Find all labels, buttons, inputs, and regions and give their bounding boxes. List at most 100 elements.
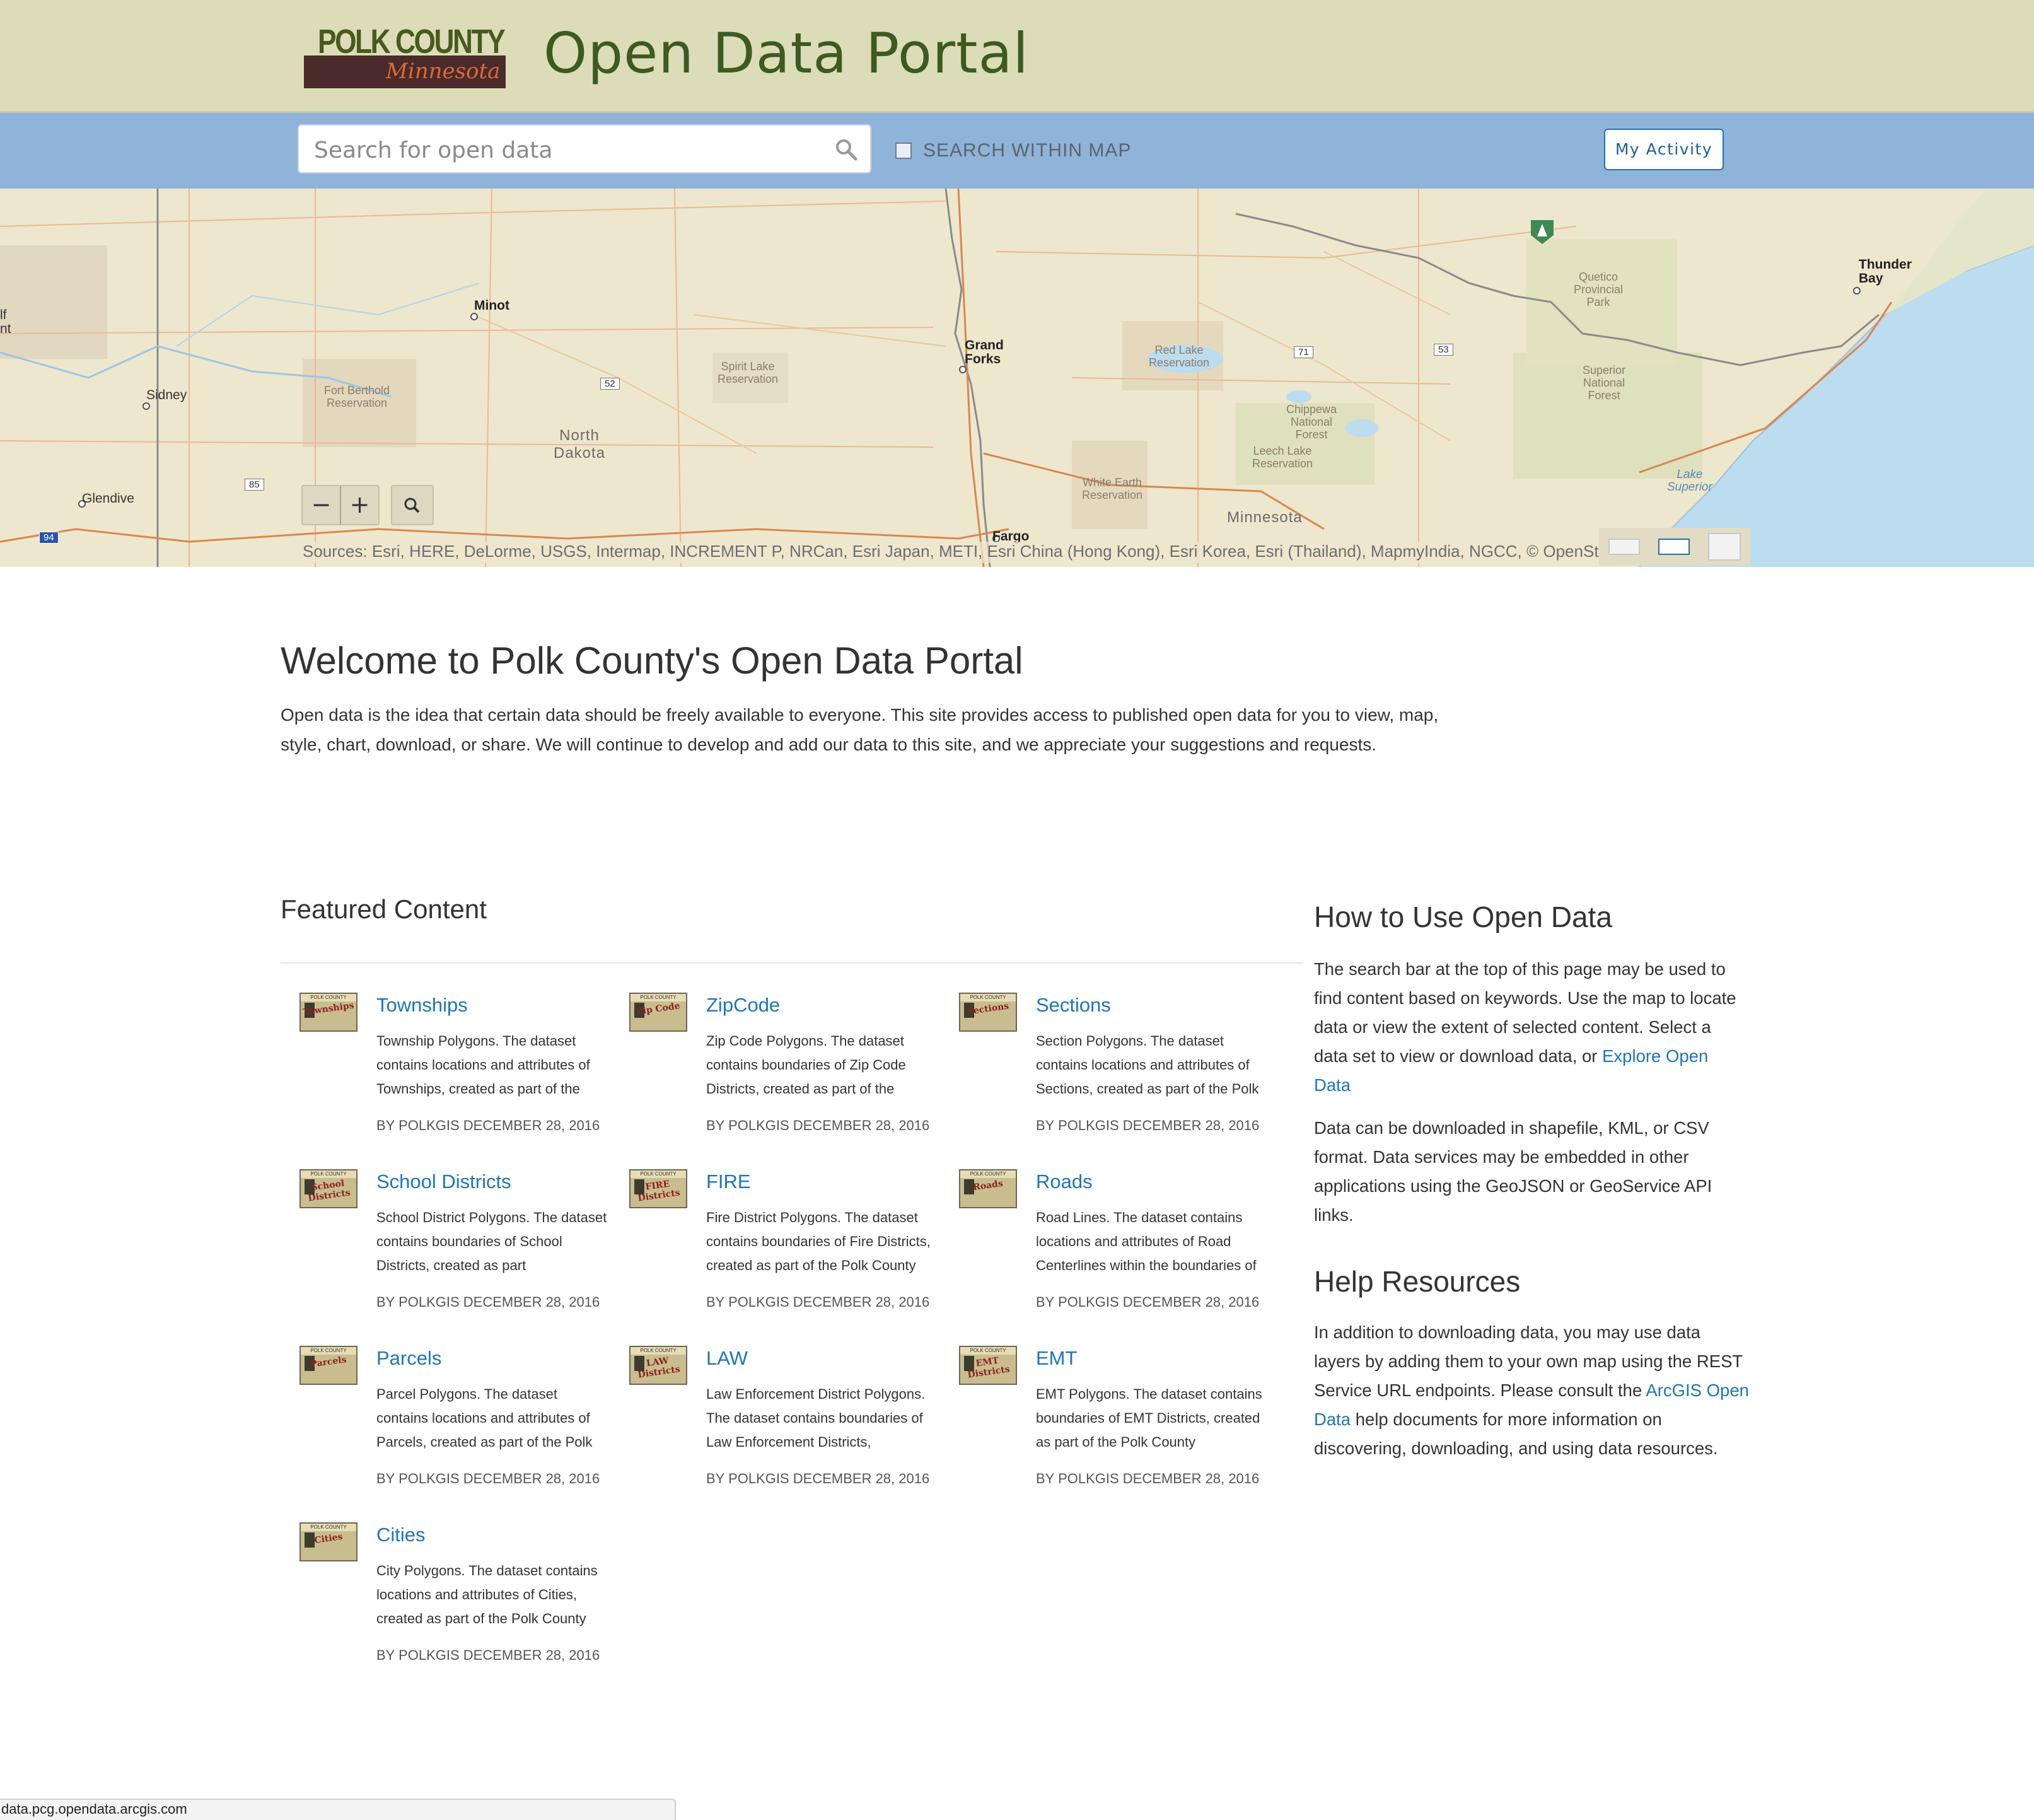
- how-to-title: How to Use Open Data: [1314, 901, 1613, 933]
- map-label-white-earth: White Earth Reservation: [1082, 476, 1143, 501]
- dataset-meta: BY POLKGIS DECEMBER 28, 2016: [1036, 1294, 1260, 1310]
- dataset-thumbnail[interactable]: POLK COUNTY LAW Districts: [629, 1346, 687, 1385]
- magnifier-icon: [404, 498, 420, 513]
- interstate-shield: 94: [39, 532, 59, 544]
- dataset-meta: BY POLKGIS DECEMBER 28, 2016: [376, 1647, 600, 1663]
- thumbnail-header: POLK COUNTY: [631, 1347, 686, 1355]
- thumbnail-header: POLK COUNTY: [631, 994, 686, 1001]
- featured-card[interactable]: POLK COUNTY Cities Cities City Polygons. Th…: [281, 1522, 608, 1686]
- dataset-meta: BY POLKGIS DECEMBER 28, 2016: [706, 1471, 930, 1486]
- featured-card[interactable]: POLK COUNTY EMT Districts EMT EMT Polygons.…: [940, 1346, 1268, 1510]
- search-icon[interactable]: [835, 138, 857, 161]
- welcome-title: Welcome to Polk County's Open Data Porta…: [281, 639, 1023, 682]
- basemap-map[interactable]: Minot Sidney Glendive Grand Forks Fargo …: [0, 189, 2034, 567]
- basemap-option-topo[interactable]: [1658, 539, 1690, 555]
- help-text-after: help documents for more information on d…: [1314, 1409, 1718, 1458]
- map-label-lake-superior: Lake Superior: [1667, 468, 1712, 494]
- dataset-thumbnail[interactable]: POLK COUNTY EMT Districts: [959, 1346, 1017, 1385]
- my-activity-button[interactable]: My Activity: [1604, 129, 1724, 170]
- featured-card[interactable]: POLK COUNTY FIRE Districts FIRE Fire Distri…: [610, 1169, 938, 1333]
- map-label-grand-forks: Grand Forks: [965, 338, 1004, 366]
- search-box[interactable]: [298, 124, 871, 173]
- dataset-description: City Polygons. The dataset contains loca…: [376, 1563, 598, 1626]
- dataset-title-link[interactable]: Parcels: [376, 1346, 441, 1371]
- map-label-thunder-bay: Thunder Bay: [1859, 257, 1912, 286]
- river: [176, 283, 480, 347]
- map-label-chippewa: Chippewa National Forest: [1286, 403, 1337, 441]
- search-within-map-checkbox[interactable]: [895, 143, 912, 159]
- site-title: Open Data Portal: [543, 21, 1029, 86]
- zoom-out-button[interactable]: −: [303, 486, 340, 524]
- map-label-superior-nf: Superior National Forest: [1583, 364, 1626, 402]
- thumbnail-header: POLK COUNTY: [301, 994, 356, 1001]
- dataset-title-link[interactable]: EMT: [1036, 1346, 1077, 1371]
- dataset-thumbnail[interactable]: POLK COUNTY Sections: [959, 993, 1017, 1032]
- dataset-description: EMT Polygons. The dataset contains bound…: [1036, 1386, 1262, 1450]
- dataset-thumbnail[interactable]: POLK COUNTY Townships: [299, 993, 357, 1032]
- featured-divider: [281, 962, 1303, 964]
- reservation-area: [0, 245, 107, 359]
- dataset-meta: BY POLKGIS DECEMBER 28, 2016: [376, 1117, 600, 1133]
- basemap-switcher: [1599, 528, 1750, 566]
- dataset-thumbnail[interactable]: POLK COUNTY Parcels: [299, 1346, 357, 1385]
- featured-card[interactable]: POLK COUNTY School Districts School Distri…: [281, 1169, 608, 1333]
- highway-shield: 53: [1434, 344, 1453, 356]
- map-attribution: Sources: Esri, HERE, DeLorme, USGS, Inte…: [303, 542, 1608, 563]
- dataset-thumbnail[interactable]: POLK COUNTY School Districts: [299, 1169, 357, 1208]
- dataset-thumbnail[interactable]: POLK COUNTY Cities: [299, 1522, 357, 1561]
- polk-county-logo[interactable]: POLK COUNTY Minnesota: [304, 23, 506, 88]
- featured-title: Featured Content: [281, 894, 487, 924]
- dataset-title-link[interactable]: LAW: [706, 1346, 748, 1371]
- map-label-quetico: Quetico Provincial Park: [1574, 271, 1624, 308]
- map-label-glendive: Glendive: [82, 491, 134, 506]
- thumbnail-header: POLK COUNTY: [960, 1347, 1016, 1355]
- highway-shield: 85: [245, 479, 264, 491]
- basemap-option-light[interactable]: [1608, 539, 1640, 555]
- map-label-minot: Minot: [474, 298, 509, 313]
- highway-shield: 71: [1294, 346, 1313, 358]
- featured-card[interactable]: POLK COUNTY Townships Townships Township Po…: [281, 993, 608, 1157]
- map-label-edge: lf nt: [0, 308, 11, 336]
- site-header: POLK COUNTY Minnesota Open Data Portal: [0, 0, 2034, 113]
- dataset-title-link[interactable]: FIRE: [706, 1169, 751, 1194]
- zoom-in-button[interactable]: +: [340, 486, 378, 524]
- featured-card[interactable]: POLK COUNTY Parcels Parcels Parcel Polygons…: [281, 1346, 608, 1510]
- thumbnail-header: POLK COUNTY: [960, 1170, 1016, 1178]
- thumbnail-header: POLK COUNTY: [960, 994, 1016, 1001]
- search-within-map-toggle[interactable]: SEARCH WITHIN MAP: [895, 138, 1131, 163]
- map-search-button[interactable]: [391, 485, 434, 525]
- dataset-title-link[interactable]: Roads: [1036, 1169, 1093, 1194]
- how-to-text: The search bar at the top of this page m…: [1314, 955, 1749, 1100]
- highway-shield: 52: [600, 378, 620, 390]
- formats-text: Data can be downloaded in shapefile, KML…: [1314, 1118, 1712, 1225]
- featured-card[interactable]: POLK COUNTY Sections Sections Section Polyg…: [940, 993, 1268, 1157]
- logo-county-text: POLK COUNTY: [318, 23, 506, 61]
- dataset-thumbnail[interactable]: POLK COUNTY Roads: [959, 1169, 1017, 1208]
- help-resources-text: In addition to downloading data, you may…: [1314, 1318, 1749, 1463]
- map-label-spirit-lake: Spirit Lake Reservation: [718, 360, 779, 385]
- featured-card[interactable]: POLK COUNTY LAW Districts LAW Law Enforceme…: [610, 1346, 938, 1510]
- featured-card[interactable]: POLK COUNTY Roads Roads Road Lines. The dat…: [940, 1169, 1268, 1333]
- zoom-controls: − +: [301, 485, 380, 525]
- dataset-title-link[interactable]: Cities: [376, 1522, 426, 1548]
- logo-state-text: Minnesota: [386, 59, 501, 84]
- search-within-map-label: SEARCH WITHIN MAP: [923, 140, 1132, 161]
- basemap-option-imagery[interactable]: [1708, 533, 1741, 561]
- dataset-description: Law Enforcement District Polygons. The d…: [706, 1386, 926, 1450]
- dataset-description: Township Polygons. The dataset contains …: [376, 1033, 590, 1097]
- dataset-meta: BY POLKGIS DECEMBER 28, 2016: [376, 1471, 600, 1486]
- browser-status-url: data.pcg.opendata.arcgis.com: [0, 1799, 676, 1820]
- dataset-title-link[interactable]: ZipCode: [706, 993, 780, 1018]
- dataset-title-link[interactable]: School Districts: [376, 1169, 511, 1194]
- dataset-meta: BY POLKGIS DECEMBER 28, 2016: [1036, 1117, 1260, 1133]
- dataset-thumbnail[interactable]: POLK COUNTY Zip Code: [629, 993, 687, 1032]
- dataset-thumbnail[interactable]: POLK COUNTY FIRE Districts: [629, 1169, 687, 1208]
- thumbnail-header: POLK COUNTY: [301, 1524, 356, 1531]
- thumbnail-header: POLK COUNTY: [301, 1347, 356, 1355]
- dataset-title-link[interactable]: Sections: [1036, 993, 1111, 1018]
- dataset-title-link[interactable]: Townships: [376, 993, 468, 1018]
- lake: [1345, 419, 1378, 437]
- featured-card[interactable]: POLK COUNTY Zip Code ZipCode Zip Code Polyg…: [610, 993, 938, 1157]
- search-input[interactable]: [313, 132, 820, 168]
- dataset-meta: BY POLKGIS DECEMBER 28, 2016: [706, 1294, 930, 1310]
